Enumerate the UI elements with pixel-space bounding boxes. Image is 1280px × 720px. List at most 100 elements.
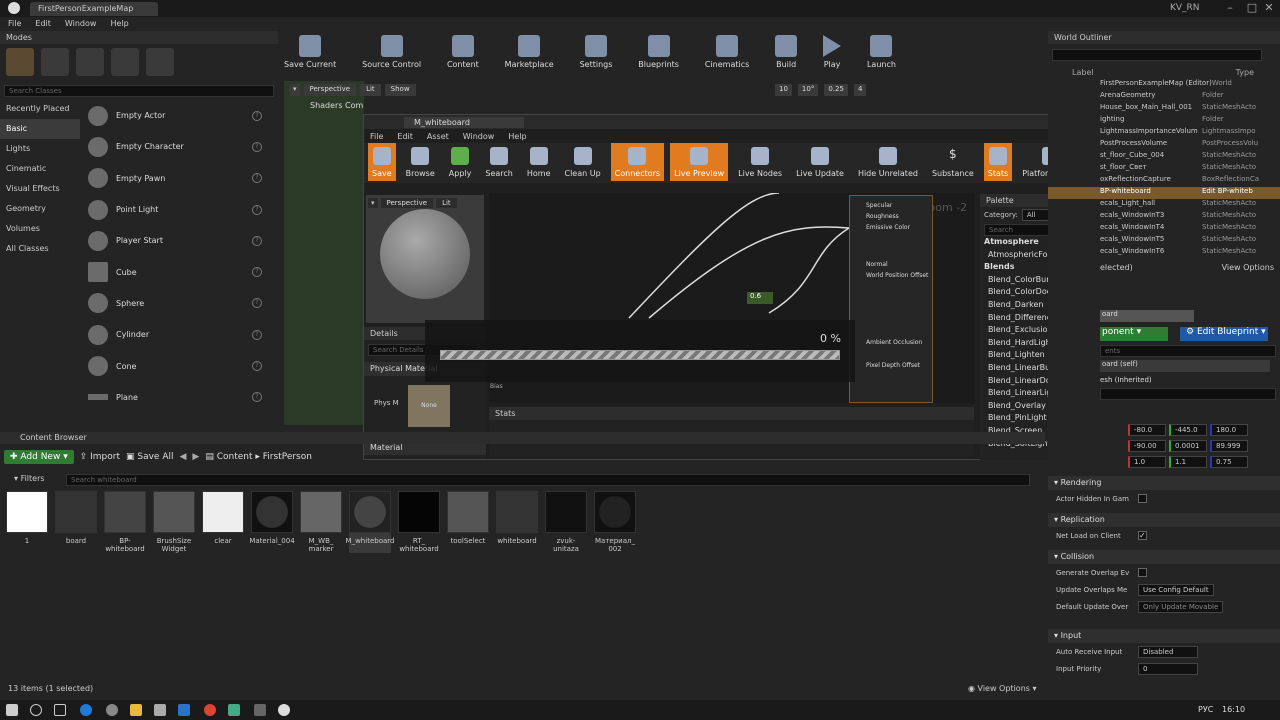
marketplace-button[interactable]: Marketplace [505, 35, 554, 77]
constant-node[interactable]: 0.6 [747, 292, 773, 304]
filters-button[interactable]: ▾ Filters [14, 474, 45, 483]
add-new-button[interactable]: ✚ Add New ▾ [4, 450, 74, 464]
outliner-search-input[interactable] [1052, 49, 1262, 61]
app-icon[interactable] [228, 704, 240, 716]
menu-help[interactable]: Help [110, 17, 128, 31]
preview-lit-button[interactable]: Lit [436, 198, 457, 208]
paint-mode-icon[interactable] [41, 48, 69, 76]
mail-icon[interactable] [178, 704, 190, 716]
level-viewport[interactable] [284, 81, 364, 425]
rotation-x[interactable]: -90.00 [1128, 440, 1166, 452]
save-all-button[interactable]: ▣ Save All [126, 452, 174, 462]
category-basic[interactable]: Basic [0, 119, 80, 139]
category-vfx[interactable]: Visual Effects [0, 179, 80, 199]
epic-launcher-icon[interactable] [254, 704, 266, 716]
settings-icon[interactable] [106, 704, 118, 716]
table-row[interactable]: ecals_WindowInT5 StaticMeshActo [1048, 235, 1280, 247]
class-search-input[interactable]: Search Classes [4, 85, 274, 97]
mat-menu-asset[interactable]: Asset [427, 132, 449, 141]
mat-live-preview-button[interactable]: Live Preview [670, 143, 729, 181]
mat-stats-button[interactable]: Stats [983, 143, 1013, 181]
scale-y[interactable]: 1.1 [1169, 456, 1207, 468]
landscape-mode-icon[interactable] [76, 48, 104, 76]
update-overlaps-dropdown[interactable]: Use Config Default [1138, 583, 1214, 596]
list-item[interactable]: Empty Character? [82, 131, 268, 162]
list-item[interactable]: Cube? [82, 256, 268, 287]
replication-section[interactable]: ▾ Replication [1048, 513, 1280, 527]
column-label[interactable]: Label [1072, 68, 1094, 77]
list-item[interactable]: Empty Actor? [82, 100, 268, 131]
launch-button[interactable]: Launch [867, 35, 896, 77]
menu-file[interactable]: File [8, 17, 21, 31]
collision-section[interactable]: ▾ Collision [1048, 550, 1280, 564]
outliner-view-options[interactable]: View Options [1222, 263, 1274, 272]
table-row[interactable]: ecals_WindowInT3 StaticMeshActo [1048, 211, 1280, 223]
help-icon[interactable]: ? [252, 204, 262, 215]
breadcrumb-firstperson[interactable]: FirstPerson [263, 452, 312, 462]
asset-tile[interactable]: board [55, 491, 97, 553]
category-volumes[interactable]: Volumes [0, 219, 80, 239]
auto-receive-dropdown[interactable]: Disabled [1138, 645, 1198, 658]
asset-tile[interactable]: Material_004 [249, 491, 295, 553]
material-tab[interactable]: M_whiteboard [404, 117, 524, 128]
mat-menu-window[interactable]: Window [463, 132, 495, 141]
location-x[interactable]: -80.0 [1128, 424, 1166, 436]
scale-snap-value[interactable]: 0.25 [824, 84, 848, 96]
table-row[interactable]: st_floor_Свет StaticMeshActo [1048, 163, 1280, 175]
help-icon[interactable]: ? [252, 110, 262, 121]
level-tab[interactable]: FirstPersonExampleMap [30, 2, 158, 16]
category-cinematic[interactable]: Cinematic [0, 159, 80, 179]
help-icon[interactable]: ? [252, 329, 262, 340]
language-indicator[interactable]: РУС [1198, 705, 1213, 714]
help-icon[interactable]: ? [252, 141, 262, 152]
grid-snap-value[interactable]: 10 [775, 84, 792, 96]
mat-apply-button[interactable]: Apply [445, 143, 476, 181]
asset-tile[interactable]: BrushSize Widget [153, 491, 195, 553]
scale-z[interactable]: 0.75 [1210, 456, 1248, 468]
actor-hidden-checkbox[interactable] [1138, 494, 1147, 503]
camera-speed-value[interactable]: 4 [853, 84, 867, 96]
preview-menu-icon[interactable]: ▾ [368, 198, 378, 208]
table-row[interactable]: ecals_WindowInT4 StaticMeshActo [1048, 223, 1280, 235]
play-button[interactable]: Play [823, 35, 842, 77]
input-priority-field[interactable]: 0 [1138, 662, 1198, 675]
table-row[interactable]: ecals_Light_hall StaticMeshActo [1048, 199, 1280, 211]
asset-tile[interactable]: M_WB_ marker [300, 491, 342, 553]
input-section[interactable]: ▾ Input [1048, 629, 1280, 643]
unreal-editor-icon[interactable] [278, 704, 290, 716]
perspective-button[interactable]: Perspective [303, 84, 357, 96]
show-button[interactable]: Show [384, 84, 416, 96]
stats-title[interactable]: Stats [495, 409, 515, 418]
help-icon[interactable]: ? [252, 298, 262, 309]
cinematics-button[interactable]: Cinematics [705, 35, 749, 77]
mat-menu-help[interactable]: Help [508, 132, 526, 141]
category-recent[interactable]: Recently Placed [0, 99, 80, 119]
table-row[interactable]: PostProcessVolume PostProcessVolu [1048, 139, 1280, 151]
help-icon[interactable]: ? [252, 173, 262, 184]
close-button[interactable]: ✕ [1254, 0, 1280, 16]
content-button[interactable]: Content [447, 35, 479, 77]
mat-substance-button[interactable]: $ Substance [928, 143, 978, 181]
list-item[interactable]: Cone? [82, 350, 268, 381]
mat-home-button[interactable]: Home [523, 143, 555, 181]
mat-save-button[interactable]: Save [368, 143, 396, 181]
help-icon[interactable]: ? [252, 361, 262, 372]
table-row[interactable]: LightmassImportanceVolum LightmassImpo [1048, 127, 1280, 139]
list-item[interactable]: Sphere? [82, 288, 268, 319]
rotation-y[interactable]: 0.0001 [1169, 440, 1207, 452]
table-row[interactable]: st_floor_Cube_004 StaticMeshActo [1048, 151, 1280, 163]
list-item[interactable]: Empty Pawn? [82, 163, 268, 194]
location-y[interactable]: -445.0 [1169, 424, 1207, 436]
net-load-checkbox[interactable]: ✓ [1138, 531, 1147, 540]
back-arrow-icon[interactable]: ◀ [180, 452, 187, 462]
table-row[interactable]: FirstPersonExampleMap (Editor) World [1048, 79, 1280, 91]
foliage-mode-icon[interactable] [111, 48, 139, 76]
category-lights[interactable]: Lights [0, 139, 80, 159]
table-row[interactable]: ArenaGeometry Folder [1048, 91, 1280, 103]
pin-normal[interactable]: Normal [850, 231, 932, 268]
table-row-selected[interactable]: BP-whiteboard Edit BP-whiteb [1048, 187, 1280, 199]
column-type[interactable]: Type [1236, 68, 1254, 77]
asset-tile-selected[interactable]: M_whiteboard [346, 491, 394, 553]
category-all[interactable]: All Classes [0, 239, 80, 259]
explorer-icon[interactable] [130, 704, 142, 716]
